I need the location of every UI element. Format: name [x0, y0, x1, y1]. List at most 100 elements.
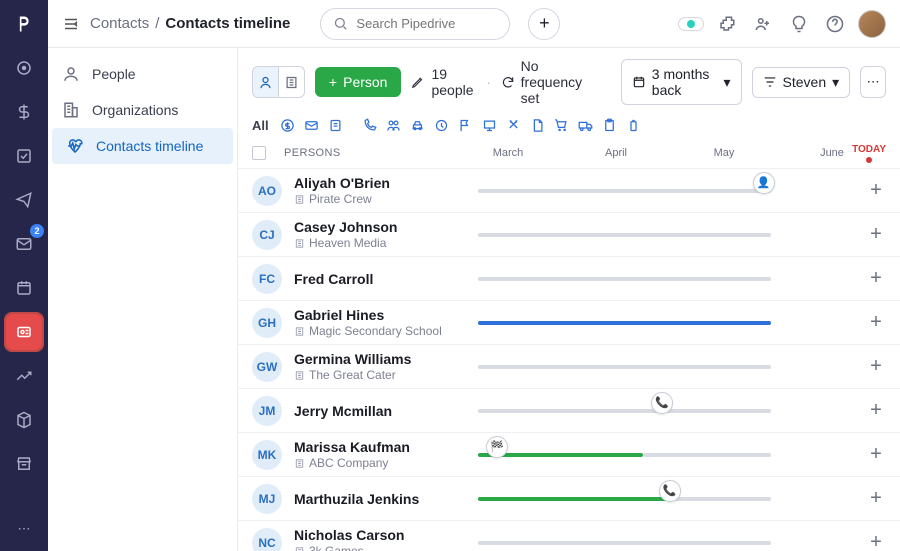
row-add-button[interactable]: + [866, 399, 886, 422]
timeline-row[interactable]: FCFred Carroll+ [238, 256, 900, 300]
timeline-row[interactable]: MJMarthuzila Jenkins📞+ [238, 476, 900, 520]
filter-flag-icon[interactable] [457, 116, 475, 134]
toolbar: +Person 19 people · No frequency set 3 m… [238, 48, 900, 116]
filter-truck-icon[interactable] [577, 116, 595, 134]
contact-name[interactable]: Germina Williams [294, 351, 466, 367]
frequency-set[interactable]: No frequency set [501, 58, 601, 106]
nav-campaigns[interactable] [6, 182, 42, 218]
sidebar-item-people[interactable]: People [48, 56, 237, 92]
timeline-row[interactable]: AOAliyah O'BrienPirate Crew👤+ [238, 168, 900, 212]
contact-name[interactable]: Marthuzila Jenkins [294, 491, 466, 507]
contact-name[interactable]: Aliyah O'Brien [294, 175, 466, 191]
global-add-button[interactable]: + [528, 8, 560, 40]
contact-info: Nicholas Carson3k Games [294, 527, 466, 551]
help-icon[interactable] [822, 11, 848, 37]
filter-food-icon[interactable] [505, 116, 523, 134]
assistant-pill[interactable] [678, 17, 704, 31]
contact-name[interactable]: Casey Johnson [294, 219, 466, 235]
filter-all[interactable]: All [252, 118, 269, 133]
user-avatar[interactable] [858, 10, 886, 38]
select-all-checkbox[interactable] [252, 146, 266, 160]
nav-deals[interactable] [6, 94, 42, 130]
view-person[interactable] [253, 67, 279, 97]
row-timeline: 📞 [478, 397, 854, 425]
search-icon [333, 16, 348, 31]
filter-car-icon[interactable] [409, 116, 427, 134]
nav-activities[interactable] [6, 138, 42, 174]
nav-products[interactable] [6, 402, 42, 438]
nav-mail[interactable]: 2 [6, 226, 42, 262]
timeline-row[interactable]: NCNicholas Carson3k Games+ [238, 520, 900, 551]
nav-focus[interactable] [6, 50, 42, 86]
nav-calendar[interactable] [6, 270, 42, 306]
timeline-row[interactable]: MKMarissa KaufmanABC Company🏁+ [238, 432, 900, 476]
search-bar[interactable] [320, 8, 510, 40]
hint-icon[interactable] [786, 11, 812, 37]
nav-marketplace[interactable] [6, 446, 42, 482]
contact-info: Germina WilliamsThe Great Cater [294, 351, 466, 382]
date-range-dropdown[interactable]: 3 months back▾ [621, 59, 742, 105]
people-count[interactable]: 19 people [411, 66, 476, 98]
row-add-button[interactable]: + [866, 443, 886, 466]
timeline-marker[interactable]: 📞 [651, 392, 673, 414]
contact-org: Pirate Crew [294, 192, 466, 206]
filter-doc-icon[interactable] [529, 116, 547, 134]
nav-contacts[interactable] [6, 314, 42, 350]
filter-clock-icon[interactable] [433, 116, 451, 134]
row-add-button[interactable]: + [866, 531, 886, 551]
invite-icon[interactable] [750, 11, 776, 37]
contact-name[interactable]: Marissa Kaufman [294, 439, 466, 455]
contact-org: The Great Cater [294, 368, 466, 382]
filter-meeting-icon[interactable] [385, 116, 403, 134]
filter-dollar-icon[interactable] [279, 116, 297, 134]
breadcrumb-root[interactable]: Contacts [90, 15, 149, 32]
timeline-bar [478, 321, 771, 325]
more-button[interactable]: ⋯ [860, 66, 886, 98]
row-timeline [478, 221, 854, 249]
contact-name[interactable]: Jerry Mcmillan [294, 403, 466, 419]
user-filter-dropdown[interactable]: Steven▾ [752, 67, 851, 98]
timeline-marker[interactable]: 📞 [659, 480, 681, 502]
timeline-marker[interactable]: 🏁 [486, 436, 508, 458]
view-switch [252, 66, 305, 98]
row-add-button[interactable]: + [866, 223, 886, 246]
nav-more[interactable]: ⋯ [6, 511, 42, 547]
filter-note-icon[interactable] [327, 116, 345, 134]
filter-battery-icon[interactable] [625, 116, 643, 134]
search-input[interactable] [356, 16, 497, 31]
timeline-row[interactable]: CJCasey JohnsonHeaven Media+ [238, 212, 900, 256]
timeline-row[interactable]: GWGermina WilliamsThe Great Cater+ [238, 344, 900, 388]
sidebar-item-label: People [92, 66, 136, 82]
row-add-button[interactable]: + [866, 311, 886, 334]
add-person-button[interactable]: +Person [315, 67, 402, 97]
timeline-bar [478, 365, 771, 369]
row-add-button[interactable]: + [866, 179, 886, 202]
sidebar-item-timeline[interactable]: Contacts timeline [52, 128, 233, 164]
row-add-button[interactable]: + [866, 267, 886, 290]
contact-name[interactable]: Fred Carroll [294, 271, 466, 287]
row-add-button[interactable]: + [866, 355, 886, 378]
today-label: TODAY [852, 144, 886, 163]
logo[interactable] [10, 10, 38, 38]
contact-avatar: CJ [252, 220, 282, 250]
extension-icon[interactable] [714, 11, 740, 37]
contact-name[interactable]: Nicholas Carson [294, 527, 466, 543]
row-add-button[interactable]: + [866, 487, 886, 510]
filter-clipboard-icon[interactable] [601, 116, 619, 134]
timeline-row[interactable]: JMJerry Mcmillan📞+ [238, 388, 900, 432]
contact-name[interactable]: Gabriel Hines [294, 307, 466, 323]
timeline-marker[interactable]: 👤 [753, 172, 775, 194]
timeline-row[interactable]: GHGabriel HinesMagic Secondary School+ [238, 300, 900, 344]
nav-insights[interactable] [6, 358, 42, 394]
collapse-menu-icon[interactable] [62, 15, 80, 33]
filter-presentation-icon[interactable] [481, 116, 499, 134]
filter-call-icon[interactable] [361, 116, 379, 134]
filter-mail-icon[interactable] [303, 116, 321, 134]
view-org[interactable] [279, 67, 304, 97]
months-header: March April May June [454, 147, 886, 159]
contact-info: Marthuzila Jenkins [294, 491, 466, 507]
filter-cart-icon[interactable] [553, 116, 571, 134]
global-nav: 2 ⋯ [0, 0, 48, 551]
sidebar-item-organizations[interactable]: Organizations [48, 92, 237, 128]
mail-badge: 2 [30, 224, 44, 238]
